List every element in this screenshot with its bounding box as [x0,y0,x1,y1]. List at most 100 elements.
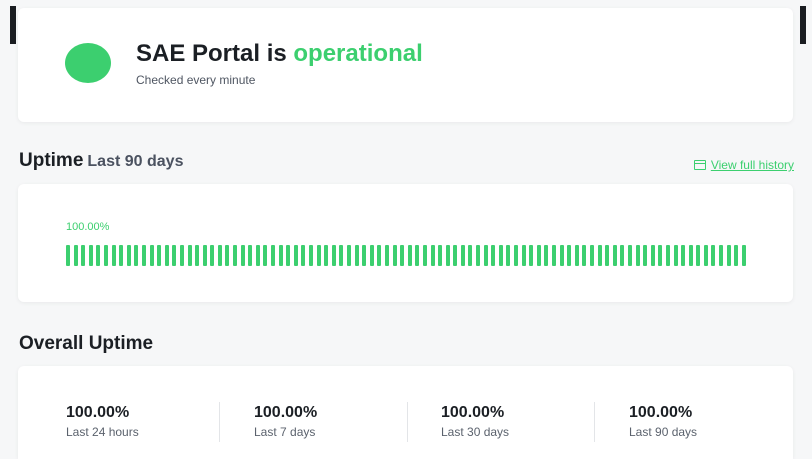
uptime-day-bar[interactable] [301,245,306,266]
uptime-day-bar[interactable] [415,245,420,266]
uptime-day-bar[interactable] [734,245,739,266]
uptime-day-bar[interactable] [597,245,602,266]
uptime-day-bar[interactable] [263,245,268,266]
uptime-day-bar[interactable] [134,245,139,266]
uptime-day-bar[interactable] [688,245,693,266]
uptime-day-bar[interactable] [126,245,131,266]
uptime-day-bar[interactable] [278,245,283,266]
uptime-day-bar[interactable] [286,245,291,266]
uptime-day-bar[interactable] [96,245,101,266]
uptime-day-bar[interactable] [248,245,253,266]
uptime-day-bar[interactable] [164,245,169,266]
uptime-heading: Uptime Last 90 days [19,150,183,172]
uptime-day-bar[interactable] [643,245,648,266]
uptime-day-bar[interactable] [650,245,655,266]
uptime-day-bar[interactable] [681,245,686,266]
uptime-day-bar[interactable] [255,245,260,266]
uptime-day-bar[interactable] [157,245,162,266]
uptime-day-bar[interactable] [711,245,716,266]
uptime-day-bar[interactable] [225,245,230,266]
uptime-day-bar[interactable] [438,245,443,266]
uptime-day-bar[interactable] [346,245,351,266]
uptime-day-bar[interactable] [195,245,200,266]
uptime-day-bar[interactable] [141,245,146,266]
stat-divider [594,402,595,442]
uptime-day-bar[interactable] [453,245,458,266]
uptime-day-bar[interactable] [476,245,481,266]
uptime-day-bar[interactable] [119,245,124,266]
calendar-icon [693,160,706,170]
uptime-day-bar[interactable] [665,245,670,266]
uptime-day-bar[interactable] [703,245,708,266]
uptime-day-bar[interactable] [506,245,511,266]
uptime-day-bar[interactable] [422,245,427,266]
uptime-day-bar[interactable] [187,245,192,266]
uptime-day-bar[interactable] [582,245,587,266]
uptime-range: Last 90 days [87,153,184,170]
status-indicator-dot [65,43,111,83]
uptime-day-bar[interactable] [620,245,625,266]
uptime-day-bar[interactable] [559,245,564,266]
uptime-day-bar[interactable] [179,245,184,266]
uptime-day-bar[interactable] [81,245,86,266]
uptime-day-bar[interactable] [88,245,93,266]
uptime-day-bar[interactable] [430,245,435,266]
uptime-day-bar[interactable] [316,245,321,266]
uptime-day-bar[interactable] [445,245,450,266]
uptime-day-bar[interactable] [468,245,473,266]
uptime-day-bar[interactable] [339,245,344,266]
uptime-day-bar[interactable] [233,245,238,266]
uptime-day-bar[interactable] [400,245,405,266]
uptime-day-bar[interactable] [217,245,222,266]
uptime-day-bar[interactable] [521,245,526,266]
uptime-day-bar[interactable] [293,245,298,266]
uptime-day-bar[interactable] [605,245,610,266]
uptime-day-bar[interactable] [529,245,534,266]
uptime-bars [66,245,746,266]
uptime-day-bar[interactable] [635,245,640,266]
uptime-day-bar[interactable] [696,245,701,266]
uptime-day-bar[interactable] [407,245,412,266]
uptime-day-bar[interactable] [309,245,313,266]
uptime-day-bar[interactable] [574,245,579,266]
uptime-day-bar[interactable] [726,245,731,266]
uptime-day-bar[interactable] [567,245,572,266]
uptime-day-bar[interactable] [66,245,70,266]
uptime-day-bar[interactable] [658,245,663,266]
uptime-day-bar[interactable] [741,245,746,266]
uptime-day-bar[interactable] [483,245,488,266]
uptime-day-bar[interactable] [514,245,519,266]
uptime-day-bar[interactable] [149,245,154,266]
uptime-day-bar[interactable] [73,245,78,266]
uptime-day-bar[interactable] [460,245,465,266]
uptime-day-bar[interactable] [589,245,594,266]
uptime-day-bar[interactable] [354,245,359,266]
stat-7-days: 100.00% Last 7 days [254,404,317,439]
uptime-day-bar[interactable] [719,245,724,266]
uptime-day-bar[interactable] [202,245,207,266]
uptime-day-bar[interactable] [544,245,549,266]
uptime-day-bar[interactable] [362,245,367,266]
uptime-day-bar[interactable] [384,245,389,266]
stat-divider [219,402,220,442]
uptime-day-bar[interactable] [369,245,374,266]
uptime-day-bar[interactable] [392,245,397,266]
uptime-day-bar[interactable] [172,245,177,266]
uptime-day-bar[interactable] [612,245,617,266]
uptime-day-bar[interactable] [271,245,276,266]
view-full-history-link[interactable]: View full history [693,158,794,172]
uptime-day-bar[interactable] [111,245,116,266]
uptime-day-bar[interactable] [491,245,496,266]
uptime-day-bar[interactable] [377,245,382,266]
uptime-day-bar[interactable] [103,245,108,266]
stat-label: Last 7 days [254,425,316,439]
uptime-day-bar[interactable] [331,245,336,266]
uptime-day-bar[interactable] [210,245,215,266]
uptime-day-bar[interactable] [552,245,556,266]
uptime-day-bar[interactable] [627,245,632,266]
uptime-day-bar[interactable] [324,245,329,266]
uptime-day-bar[interactable] [673,245,678,266]
uptime-day-bar[interactable] [498,245,503,266]
uptime-day-bar[interactable] [536,245,541,266]
uptime-day-bar[interactable] [240,245,245,266]
